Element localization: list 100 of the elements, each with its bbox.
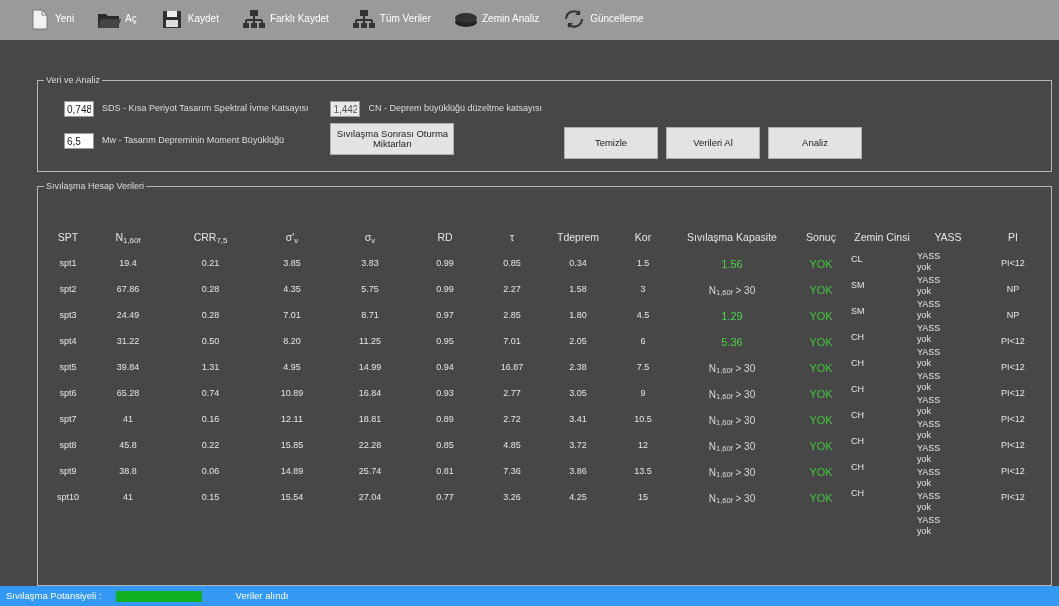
- table-cell-text: YOK: [808, 308, 834, 324]
- table-cell-text: 2.05: [568, 335, 588, 349]
- column-header: SPT: [56, 232, 80, 244]
- column-header: τ: [508, 232, 516, 244]
- list-item: YASS yok: [917, 443, 942, 466]
- table-cell-text: PI<12: [1000, 335, 1026, 349]
- table-cell-text: 14.89: [279, 465, 305, 479]
- column-header: Sonuç: [805, 232, 837, 244]
- table-cell-text: 38.8: [118, 465, 138, 479]
- table-cell-text: spt10: [56, 491, 80, 505]
- table-cell-text: 16.87: [499, 361, 525, 375]
- table-cell-text: 0.85: [502, 257, 522, 271]
- table-cell-text: spt1: [58, 257, 78, 271]
- table-cell-text: 1.56: [720, 256, 744, 272]
- column-header: Zemin Cinsi: [853, 232, 911, 244]
- list-item: YASS yok: [917, 467, 942, 490]
- action-button[interactable]: Temizle: [564, 127, 658, 159]
- table-cell-text: CH: [851, 409, 865, 422]
- input-field[interactable]: 0,748: [64, 101, 94, 117]
- table-cell-text: 9: [639, 387, 647, 401]
- table-cell-text: 0.28: [200, 309, 221, 323]
- table-cell-text: 3.72: [568, 439, 588, 453]
- table-cell-text: N$_{1,60f}$ > 30: [707, 439, 757, 454]
- table-cell-text: CH: [851, 357, 865, 370]
- table-cell-text: 0.99: [435, 283, 455, 297]
- column-header: N$_{1,60f}$: [114, 232, 142, 244]
- table-cell-text: 3.26: [502, 491, 522, 505]
- table-cell-text: 0.34: [568, 257, 588, 271]
- table-cell-text: spt7: [58, 413, 78, 427]
- list-item: YASS yok: [917, 275, 942, 298]
- column-header: PI: [1007, 232, 1019, 244]
- table-cell-text: PI<12: [1000, 387, 1026, 401]
- table-cell-text: YOK: [808, 334, 834, 350]
- table-cell-text: 3: [639, 283, 647, 297]
- table-cell-text: 24.49: [115, 309, 141, 323]
- table-cell-text: spt6: [58, 387, 78, 401]
- table-cell-text: 1.29: [720, 308, 744, 324]
- table-cell-text: 27.04: [357, 491, 383, 505]
- group-title: Sıvılaşma Hesap Verileri: [44, 180, 147, 194]
- column-header: CRR$_{7,5}$: [192, 232, 229, 244]
- table-cell-text: PI<12: [1000, 491, 1026, 505]
- hierarchy-icon: [350, 7, 377, 30]
- table-cell-text: 0.50: [200, 335, 221, 349]
- table-cell-text: 7.01: [502, 335, 522, 349]
- table-cell-text: 10.5: [633, 413, 653, 427]
- table-cell-text: 15.85: [279, 439, 305, 453]
- table-cell-text: 67.86: [115, 283, 141, 297]
- table-cell-text: 19.4: [118, 257, 138, 271]
- table-cell-text: 13.5: [633, 465, 653, 479]
- table-cell-text: CH: [851, 461, 865, 474]
- list-item: YASS yok: [917, 515, 942, 538]
- table-cell-text: YOK: [808, 412, 834, 428]
- table-cell-text: 3.85: [282, 257, 302, 271]
- table-cell-text: 0.85: [435, 439, 455, 453]
- column-header: Tdeprem: [556, 232, 600, 244]
- table-cell-text: CH: [851, 383, 865, 396]
- table-cell-text: CH: [851, 331, 865, 344]
- table-cell-text: spt2: [58, 283, 78, 297]
- field-label: CN - Deprem büyüklüğü düzeltme katsayısı: [368, 102, 542, 116]
- table-cell-text: 5.36: [720, 334, 744, 350]
- table-cell-text: 18.81: [357, 413, 383, 427]
- table-cell-text: 8.71: [360, 309, 380, 323]
- table-cell-text: 4.5: [635, 309, 651, 323]
- table-cell-text: PI<12: [1000, 465, 1026, 479]
- table-cell-text: 15: [637, 491, 649, 505]
- table-cell-text: 1.80: [568, 309, 588, 323]
- table-cell-text: 2.85: [502, 309, 522, 323]
- table-cell-text: 2.77: [502, 387, 522, 401]
- table-cell-text: 65.28: [115, 387, 141, 401]
- table-cell-text: 12.11: [280, 413, 304, 427]
- field-label: Mw - Tasarım Depreminin Moment Büyüklüğü: [102, 134, 284, 148]
- list-item: YASS yok: [917, 371, 942, 394]
- table-cell-text: 5.75: [360, 283, 380, 297]
- input-field[interactable]: 6,5: [64, 133, 94, 149]
- action-button[interactable]: Analiz: [768, 127, 862, 159]
- list-item: YASS yok: [917, 347, 942, 370]
- table-cell-text: 0.89: [435, 413, 455, 427]
- table-cell-text: 0.99: [435, 257, 455, 271]
- table-cell-text: 7.36: [502, 465, 522, 479]
- table-cell-text: spt8: [58, 439, 78, 453]
- table-cell-text: YOK: [808, 360, 834, 376]
- column-header: RD: [436, 232, 454, 244]
- action-button[interactable]: Verileri Al: [666, 127, 760, 159]
- table-cell-text: 0.93: [435, 387, 455, 401]
- table-cell-text: spt3: [58, 309, 78, 323]
- settlement-button[interactable]: Sıvılaşma Sonrası Oturma Miktarları: [330, 123, 455, 155]
- table-cell-text: 14.99: [357, 361, 383, 375]
- table-cell-text: 3.41: [568, 413, 588, 427]
- table-cell-text: 0.74: [200, 387, 221, 401]
- table-cell-text: PI<12: [1000, 361, 1026, 375]
- table-cell-text: 0.97: [435, 309, 455, 323]
- table-cell-text: 16.84: [357, 387, 383, 401]
- table-cell-text: 4.85: [502, 439, 522, 453]
- table-cell-text: YOK: [808, 490, 834, 506]
- table-cell-text: 11.25: [358, 335, 382, 349]
- table-cell-text: 0.06: [200, 465, 221, 479]
- table-cell-text: 2.72: [502, 413, 522, 427]
- table-cell-text: N$_{1,60f}$ > 30: [707, 465, 757, 480]
- table-cell-text: PI<12: [1000, 413, 1026, 427]
- list-item: YASS yok: [917, 299, 942, 322]
